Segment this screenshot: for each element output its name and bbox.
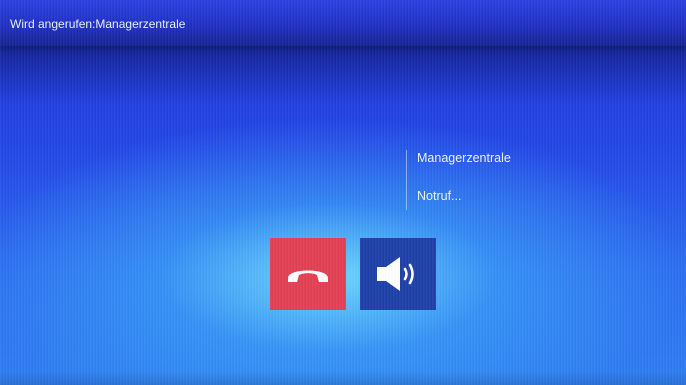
hangup-button[interactable] xyxy=(270,238,346,310)
phone-hangup-icon xyxy=(288,270,328,282)
bottom-shade xyxy=(0,371,686,385)
call-title: Wird angerufen:Managerzentrale xyxy=(10,17,186,31)
caller-name: Managerzentrale xyxy=(417,151,511,165)
header-shadow-band xyxy=(0,46,686,104)
call-status: Notruf... xyxy=(417,189,462,203)
title-bar: Wird angerufen:Managerzentrale xyxy=(0,0,686,46)
speaker-volume-icon xyxy=(377,257,414,291)
speaker-button[interactable] xyxy=(360,238,436,310)
call-screen: Wird angerufen:Managerzentrale Managerze… xyxy=(0,0,686,385)
info-divider xyxy=(406,150,407,210)
